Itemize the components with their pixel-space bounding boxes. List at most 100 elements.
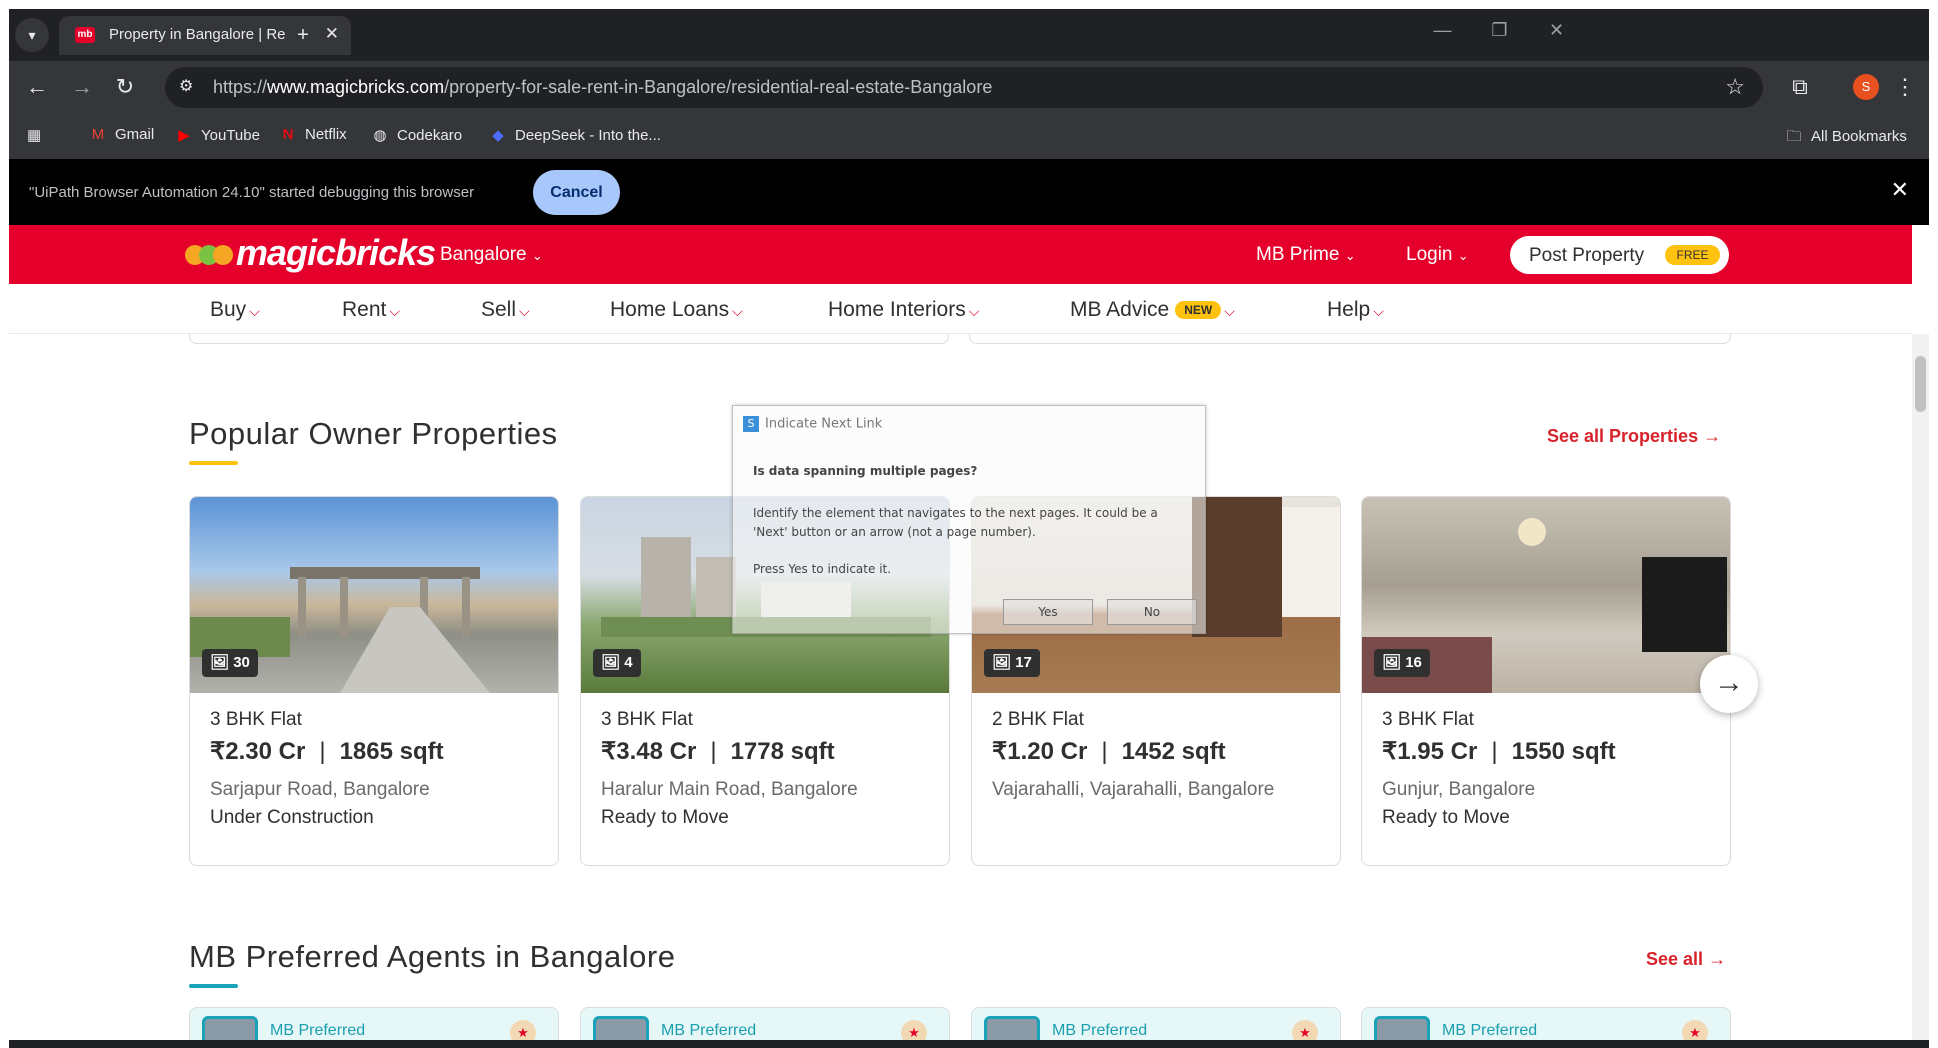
all-bookmarks[interactable]: 🗀 All Bookmarks: [1785, 126, 1906, 151]
agent-badge-label: MB Preferred: [661, 1022, 757, 1039]
debugging-message: "UiPath Browser Automation 24.10" starte…: [29, 184, 475, 201]
property-status: Under Construction: [210, 807, 374, 828]
free-badge: FREE: [1665, 245, 1720, 265]
indicate-next-link-dialog: S Indicate Next Link Is data spanning mul…: [732, 405, 1206, 634]
extensions-icon[interactable]: ⧉: [1784, 71, 1816, 103]
dialog-question: Is data spanning multiple pages?: [753, 464, 978, 478]
photo-count: 🖼 30: [202, 649, 258, 677]
bookmark-netflix[interactable]: N Netflix: [279, 126, 347, 143]
chevron-down-icon: ⌵: [249, 303, 260, 319]
minimize-icon[interactable]: —: [1414, 9, 1471, 53]
property-location: Haralur Main Road, Bangalore: [601, 779, 858, 800]
forward-icon[interactable]: →: [66, 71, 98, 103]
dialog-title: S Indicate Next Link: [743, 416, 882, 432]
mb-prime-menu[interactable]: MB Prime ⌄: [1256, 244, 1356, 266]
login-menu[interactable]: Login ⌄: [1406, 244, 1469, 266]
close-window-icon[interactable]: ✕: [1528, 9, 1585, 53]
property-location: Vajarahalli, Vajarahalli, Bangalore: [992, 779, 1275, 800]
property-type: 3 BHK Flat: [210, 709, 302, 730]
section-underline: [189, 984, 238, 988]
bookmark-youtube[interactable]: ▶ YouTube: [175, 126, 260, 144]
nav-mb-advice[interactable]: MB Advice NEW ⌵: [1070, 298, 1235, 322]
property-price-area: ₹1.95 Cr | 1550 sqft: [1382, 738, 1616, 765]
section-title: Popular Owner Properties: [189, 416, 558, 451]
post-property-button[interactable]: Post Property FREE: [1510, 236, 1729, 274]
site-info-icon[interactable]: ⚙: [179, 76, 201, 98]
bookmark-star-icon[interactable]: ☆: [1725, 74, 1745, 100]
bookmark-deepseek[interactable]: ◆ DeepSeek - Into the...: [489, 126, 661, 144]
tab-search-icon[interactable]: ▾: [15, 18, 49, 52]
property-card[interactable]: 🖼 30 3 BHK Flat ₹2.30 Cr | 1865 sqft Sarja…: [189, 496, 559, 866]
uipath-icon: S: [743, 416, 759, 432]
cancel-button[interactable]: Cancel: [533, 170, 620, 215]
image-icon: 🖼: [210, 654, 230, 671]
bookmark-codekaro[interactable]: ◍ Codekaro: [371, 126, 462, 144]
nav-sell[interactable]: Sell ⌵: [481, 298, 530, 322]
photo-count: 🖼 16: [1374, 649, 1430, 677]
new-tab-icon[interactable]: +: [286, 18, 320, 52]
menu-icon[interactable]: ⋮: [1889, 71, 1921, 103]
nav-home-loans[interactable]: Home Loans ⌵: [610, 298, 743, 322]
chevron-down-icon: ⌵: [732, 303, 743, 319]
no-button[interactable]: No: [1107, 599, 1197, 625]
section-title: MB Preferred Agents in Bangalore: [189, 939, 676, 974]
image-icon: 🖼: [1382, 654, 1402, 671]
address-bar[interactable]: ⚙ https://www.magicbricks.com/property-f…: [165, 67, 1763, 108]
chevron-down-icon: ⌄: [1457, 248, 1469, 263]
nav-help[interactable]: Help ⌵: [1327, 298, 1384, 322]
taskbar-edge: [9, 1040, 1929, 1048]
photo-count: 🖼 17: [984, 649, 1040, 677]
screen: ▾ mb Property in Bangalore | Real Est ✕ …: [0, 0, 1938, 1048]
photo-count: 🖼 4: [593, 649, 641, 677]
chevron-down-icon: ⌵: [389, 303, 400, 319]
property-status: Ready to Move: [1382, 807, 1510, 828]
new-badge: NEW: [1175, 301, 1222, 320]
apps-grid-icon[interactable]: ▦: [27, 126, 41, 144]
chevron-down-icon: ⌵: [1373, 303, 1384, 319]
tab-title: Property in Bangalore | Real Est: [109, 26, 309, 43]
back-icon[interactable]: ←: [21, 71, 53, 103]
agent-badge-label: MB Preferred: [270, 1022, 366, 1039]
browser-chrome: ▾ mb Property in Bangalore | Real Est ✕ …: [9, 9, 1929, 159]
dialog-body: Identify the element that navigates to t…: [753, 506, 1158, 539]
url-text: https://www.magicbricks.com/property-for…: [213, 77, 993, 97]
nav-rent[interactable]: Rent ⌵: [342, 298, 400, 322]
tab-strip: ▾ mb Property in Bangalore | Real Est ✕ …: [9, 9, 1929, 61]
city-selector[interactable]: Bangalore ⌄: [440, 244, 543, 266]
see-all-agents-link[interactable]: See all →: [1646, 949, 1726, 970]
main-nav: Buy ⌵ Rent ⌵ Sell ⌵ Home Loans ⌵ Home Interi…: [9, 284, 1912, 334]
property-card[interactable]: 🖼 16 3 BHK Flat ₹1.95 Cr | 1550 sqft Gunju…: [1361, 496, 1731, 866]
chevron-down-icon: ⌄: [531, 248, 543, 263]
property-price-area: ₹1.20 Cr | 1452 sqft: [992, 738, 1226, 765]
see-all-properties-link[interactable]: See all Properties →: [1547, 426, 1721, 447]
post-property-label: Post Property: [1529, 245, 1645, 266]
arrow-right-icon: →: [1708, 949, 1727, 969]
profile-avatar[interactable]: S: [1853, 74, 1879, 100]
restore-icon[interactable]: ❐: [1471, 9, 1528, 53]
image-icon: 🖼: [992, 654, 1012, 671]
property-price-area: ₹3.48 Cr | 1778 sqft: [601, 738, 835, 765]
bookmark-gmail[interactable]: M Gmail: [89, 126, 154, 143]
browser-toolbar: ← → ↻ ⚙ https://www.magicbricks.com/prop…: [9, 61, 1929, 113]
property-type: 2 BHK Flat: [992, 709, 1084, 730]
site-header: magicbricks Bangalore ⌄ MB Prime ⌄ Login…: [9, 225, 1912, 284]
agent-badge-label: MB Preferred: [1052, 1022, 1148, 1039]
property-status: Ready to Move: [601, 807, 729, 828]
reload-icon[interactable]: ↻: [109, 71, 141, 103]
magicbricks-favicon-icon: mb: [75, 27, 95, 43]
section-underline: [189, 461, 238, 465]
scrollbar-thumb[interactable]: [1915, 356, 1926, 412]
carousel-next-arrow-icon[interactable]: →: [1700, 655, 1758, 713]
nav-buy[interactable]: Buy ⌵: [210, 298, 260, 322]
nav-home-interiors[interactable]: Home Interiors ⌵: [828, 298, 979, 322]
agent-badge-label: MB Preferred: [1442, 1022, 1538, 1039]
close-infobar-icon[interactable]: ✕: [1891, 177, 1909, 203]
property-price-area: ₹2.30 Cr | 1865 sqft: [210, 738, 444, 765]
close-tab-icon[interactable]: ✕: [325, 24, 339, 44]
magicbricks-logo[interactable]: magicbricks: [185, 232, 436, 274]
yes-button[interactable]: Yes: [1003, 599, 1093, 625]
property-type: 3 BHK Flat: [1382, 709, 1474, 730]
page-scrollbar[interactable]: [1912, 334, 1929, 1040]
chevron-down-icon: ⌵: [1224, 303, 1235, 319]
arrow-right-icon: →: [1703, 426, 1722, 446]
